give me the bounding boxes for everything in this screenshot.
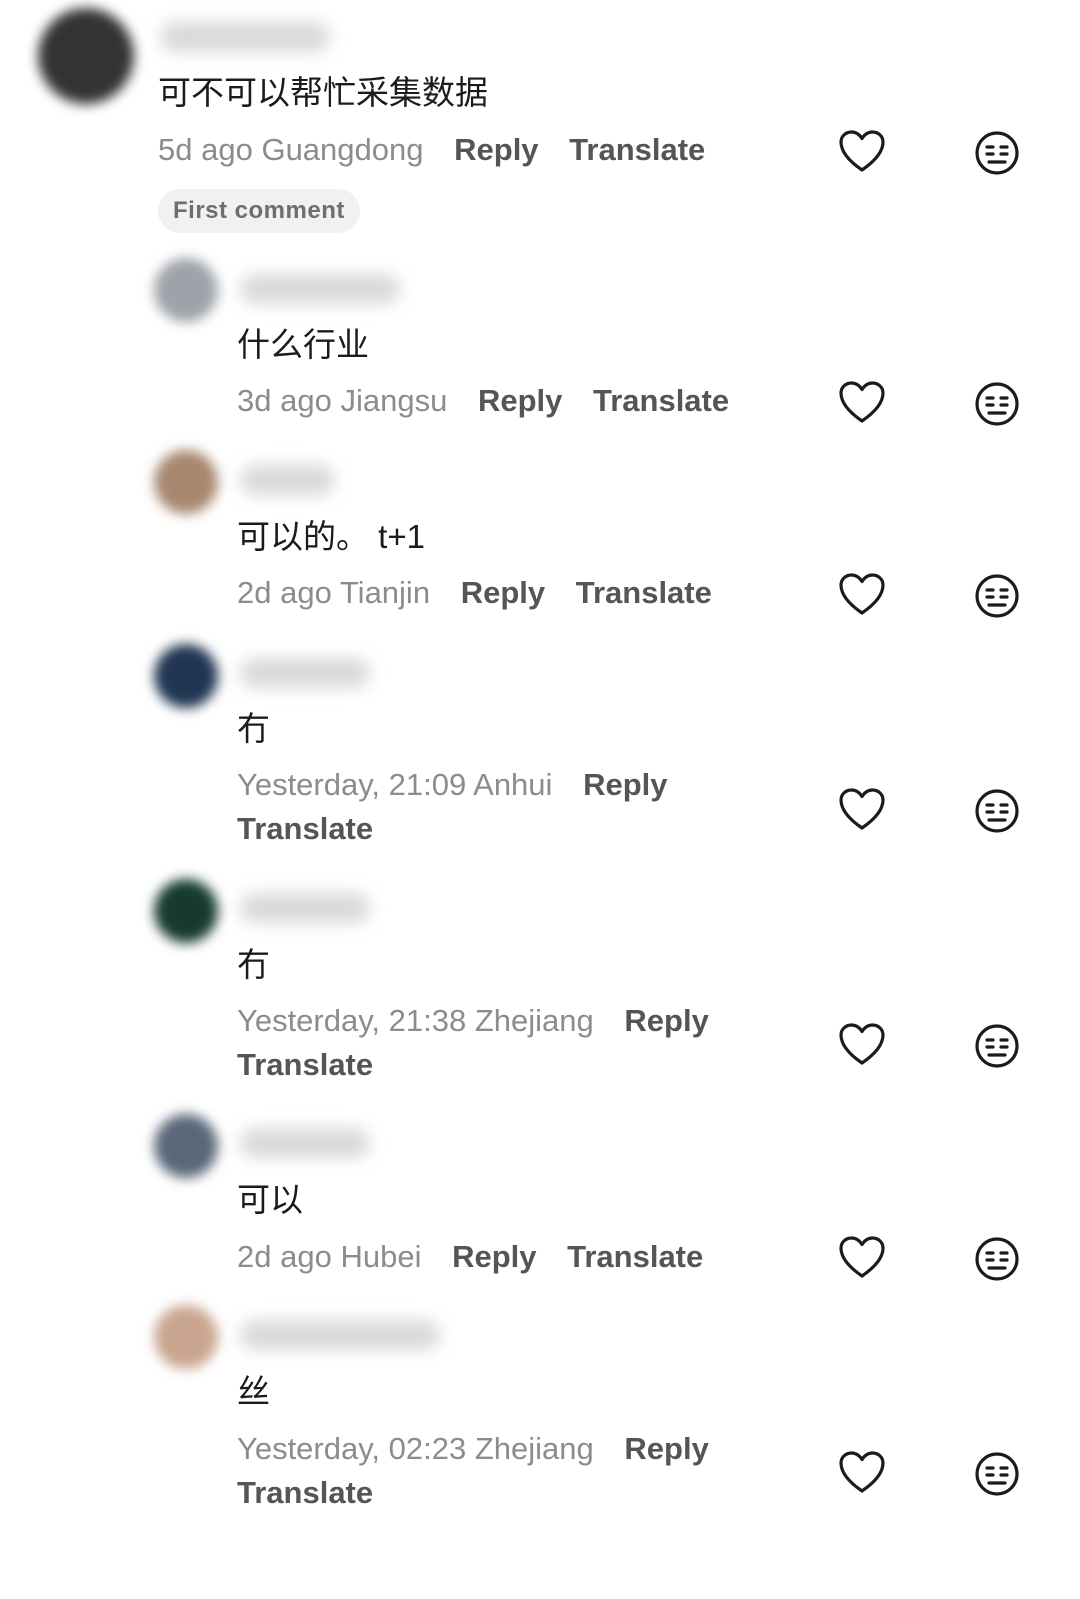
comment-time: 2d ago [237,1239,332,1274]
comments-screen: { "comments": [ { "username": "", "text"… [0,0,1080,1599]
username-blurred[interactable] [240,893,370,923]
neutral-face-icon[interactable] [974,381,1020,427]
heart-outline-icon[interactable] [838,1235,886,1281]
username-blurred[interactable] [240,658,370,688]
comment-time: Yesterday, 02:23 [237,1431,467,1466]
heart-outline-icon[interactable] [838,1022,886,1068]
username-blurred[interactable] [160,22,330,52]
comment-text: 可以的。 t+1 [237,518,425,555]
avatar[interactable] [154,644,218,708]
translate-button[interactable]: Translate [569,132,705,167]
translate-button[interactable]: Translate [576,575,712,610]
comment-time: 3d ago [237,383,332,418]
reply-button[interactable]: Reply [478,383,562,418]
comment-meta: 2d ago Hubei Reply Translate [237,1235,703,1279]
comment-time: Yesterday, 21:38 [237,1003,467,1038]
comment-time: 2d ago [237,575,332,610]
comment-location: Zhejiang [474,1003,594,1038]
avatar[interactable] [38,8,134,104]
comment-time: 5d ago [158,132,253,167]
reply-button[interactable]: Reply [452,1239,536,1274]
comment-text: 冇 [237,710,270,747]
avatar[interactable] [154,1114,218,1178]
comment-location: Hubei [340,1239,422,1274]
first-comment-badge: First comment [158,189,360,233]
avatar[interactable] [154,450,218,514]
neutral-face-icon[interactable] [974,1236,1020,1282]
comment-location: Anhui [473,767,553,802]
comment-meta: Yesterday, 02:23 Zhejiang Reply Translat… [237,1427,709,1515]
neutral-face-icon[interactable] [974,1023,1020,1069]
avatar[interactable] [154,258,218,322]
neutral-face-icon[interactable] [974,1451,1020,1497]
translate-button[interactable]: Translate [237,1471,709,1515]
heart-outline-icon[interactable] [838,787,886,833]
translate-button[interactable]: Translate [567,1239,703,1274]
reply-button[interactable]: Reply [461,575,545,610]
comment-text: 丝 [237,1373,270,1410]
translate-button[interactable]: Translate [593,383,729,418]
comment-meta: 3d ago Jiangsu Reply Translate [237,379,729,423]
comment-location: Guangdong [261,132,424,167]
comment-location: Jiangsu [340,383,448,418]
username-blurred[interactable] [240,465,335,495]
username-blurred[interactable] [240,1320,440,1350]
comment-meta: 2d ago Tianjin Reply Translate [237,571,712,615]
comment-meta: Yesterday, 21:09 Anhui Reply Translate [237,763,667,851]
heart-outline-icon[interactable] [838,1450,886,1496]
neutral-face-icon[interactable] [974,573,1020,619]
comment-location: Tianjin [339,575,431,610]
comment-text: 可不可以帮忙采集数据 [158,74,488,111]
comment-location: Zhejiang [474,1431,594,1466]
avatar[interactable] [154,879,218,943]
comment-meta: 5d ago Guangdong Reply Translate [158,128,705,172]
comment-time: Yesterday, 21:09 [237,767,467,802]
username-blurred[interactable] [240,1128,370,1158]
translate-button[interactable]: Translate [237,807,667,851]
comment-text: 可以 [237,1181,303,1218]
reply-button[interactable]: Reply [624,1003,708,1038]
heart-outline-icon[interactable] [838,129,886,175]
reply-button[interactable]: Reply [583,767,667,802]
heart-outline-icon[interactable] [838,572,886,618]
username-blurred[interactable] [240,274,400,304]
avatar[interactable] [154,1305,218,1369]
comment-meta: Yesterday, 21:38 Zhejiang Reply Translat… [237,999,709,1087]
reply-button[interactable]: Reply [454,132,538,167]
heart-outline-icon[interactable] [838,380,886,426]
reply-button[interactable]: Reply [624,1431,708,1466]
neutral-face-icon[interactable] [974,130,1020,176]
comment-text: 什么行业 [237,326,369,363]
translate-button[interactable]: Translate [237,1043,709,1087]
comment-text: 冇 [237,946,270,983]
neutral-face-icon[interactable] [974,788,1020,834]
